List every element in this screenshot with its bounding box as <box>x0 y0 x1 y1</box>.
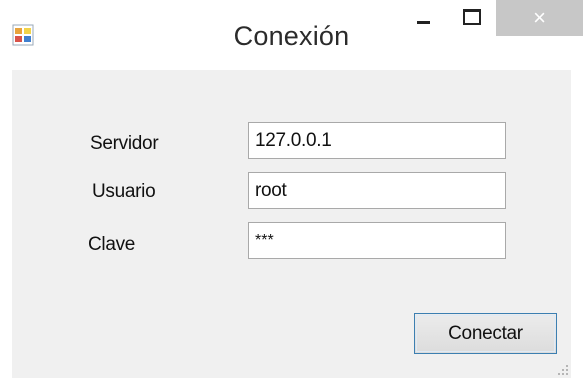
form-area: Servidor Usuario Clave Conectar <box>12 70 571 378</box>
minimize-icon <box>416 20 430 24</box>
server-input[interactable] <box>248 122 506 159</box>
resize-grip-icon[interactable] <box>557 364 569 376</box>
maximize-button[interactable] <box>452 0 492 36</box>
close-icon: × <box>533 5 546 30</box>
minimize-button[interactable] <box>405 0 441 36</box>
connect-button[interactable]: Conectar <box>414 313 557 354</box>
close-button[interactable]: × <box>496 0 583 36</box>
maximize-icon <box>463 9 481 25</box>
user-input[interactable] <box>248 172 506 209</box>
password-input[interactable] <box>248 222 506 259</box>
password-label: Clave <box>88 234 136 255</box>
user-label: Usuario <box>92 181 156 202</box>
title-bar[interactable]: Conexión × <box>0 0 583 70</box>
server-label: Servidor <box>90 133 159 154</box>
connection-window: Conexión × Servidor Usuario Clave Conect… <box>0 0 583 378</box>
